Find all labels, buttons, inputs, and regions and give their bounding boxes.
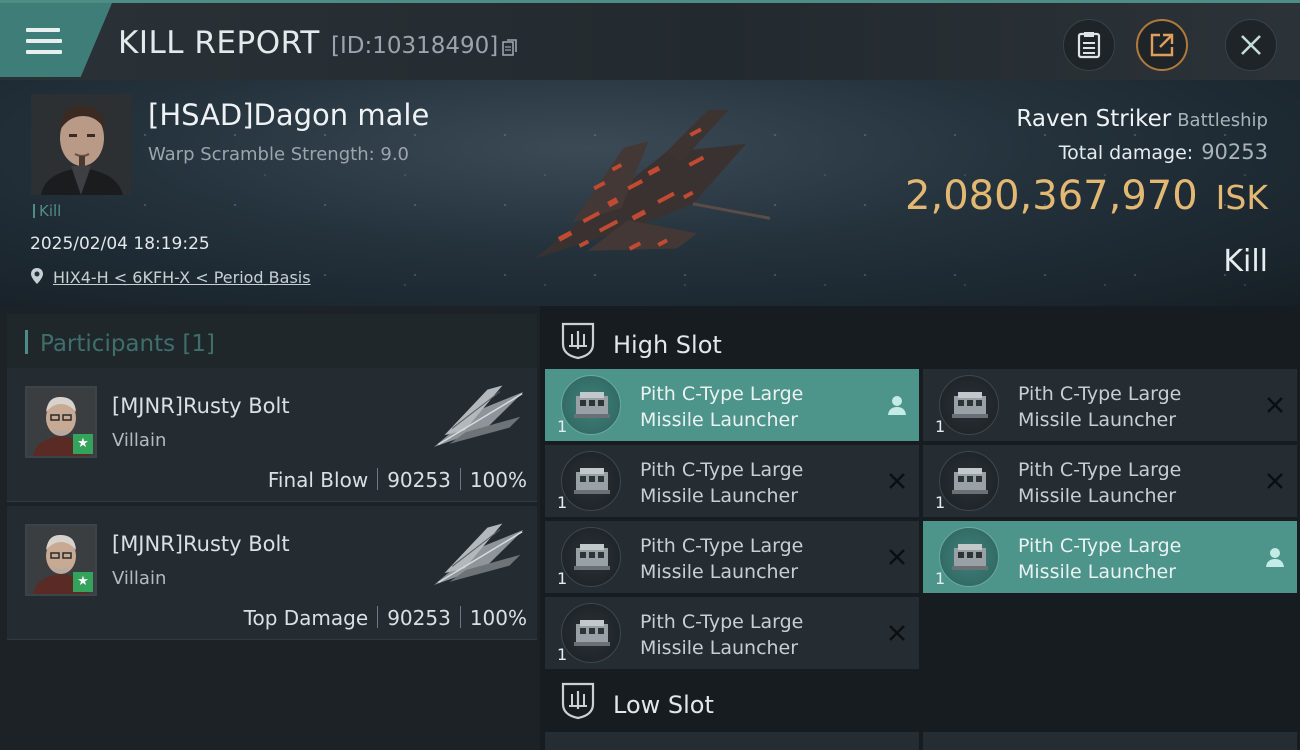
portrait-image [31,94,132,195]
total-damage: Total damage: 90253 [1059,140,1268,164]
dropped-person-icon [1266,548,1284,567]
missile-launcher-icon [561,451,621,511]
location-link[interactable]: HIX4-H < 6KFH-X < Period Basis [53,268,311,287]
participant-name[interactable]: [MJNR]Rusty Bolt [112,394,290,418]
missile-launcher-icon [561,375,621,435]
destroyed-x-icon [1267,473,1283,489]
kill-result: Kill [1223,244,1268,279]
top-bar: KILL REPORT [ID:10318490] [0,0,1300,80]
star-badge-icon: ★ [73,434,93,454]
module-name: Pith C-Type Large Missile Launcher [640,535,804,583]
report-id: [ID:10318490] [331,33,499,59]
close-icon [1241,35,1261,55]
module-name: Pith C-Type Large Missile Launcher [1018,383,1182,431]
participant-stats: Final Blow 90253 100% [268,468,527,492]
missile-launcher-icon [561,527,621,587]
module-name: Pith C-Type Large Missile Launcher [640,611,804,659]
module-quantity: 1 [557,569,568,588]
missile-launcher-icon [939,527,999,587]
module-name: Pith C-Type Large Missile Launcher [1018,535,1182,583]
kill-datetime: 2025/02/04 18:19:25 [30,234,210,254]
high-slot-label: High Slot [613,331,722,359]
star-badge-icon: ★ [73,572,93,592]
participant-ship-icon [433,385,524,447]
isk-value: 2,080,367,970 ISK [905,173,1268,219]
module-slot[interactable] [545,732,919,750]
clipboard-button[interactable] [1063,19,1115,71]
warp-scramble-strength: Warp Scramble Strength: 9.0 [148,144,410,165]
participant-row[interactable]: ★ [MJNR]Rusty Bolt Villain Top Damage 902… [7,506,537,640]
destroyed-x-icon [1267,397,1283,413]
destroyed-x-icon [889,625,905,641]
ship-class: Battleship [1177,110,1268,131]
avatar[interactable]: ★ [25,386,97,458]
missile-launcher-icon [939,451,999,511]
module-slot[interactable]: 1 Pith C-Type Large Missile Launcher [545,369,919,441]
participant-damage: 90253 [387,606,451,630]
avatar[interactable]: ★ [25,524,97,596]
high-slot-header: High Slot [545,310,1300,370]
module-slot[interactable]: 1 Pith C-Type Large Missile Launcher [923,521,1297,593]
module-quantity: 1 [935,417,946,436]
ship-name[interactable]: Raven Striker Battleship [1016,106,1268,132]
hamburger-icon [26,28,62,61]
module-slot[interactable]: 1 Pith C-Type Large Missile Launcher [545,445,919,517]
destroyed-x-icon [889,473,905,489]
page-title: KILL REPORT [118,25,320,61]
module-slot[interactable]: 1 Pith C-Type Large Missile Launcher [545,597,919,669]
module-quantity: 1 [557,645,568,664]
module-name: Pith C-Type Large Missile Launcher [1018,459,1182,507]
module-slot[interactable]: 1 Pith C-Type Large Missile Launcher [923,445,1297,517]
participant-name[interactable]: [MJNR]Rusty Bolt [112,532,290,556]
low-slot-label: Low Slot [613,691,714,719]
menu-button[interactable] [0,3,112,77]
low-slot-icon [561,682,595,720]
fitting-panel: High Slot 1 Pith C-Type Large Missile Lau… [540,306,1300,750]
ship-type: Raven Striker [1016,106,1172,132]
isk-amount: 2,080,367,970 [905,173,1198,219]
share-button[interactable] [1136,19,1188,71]
module-quantity: 1 [935,569,946,588]
copy-icon[interactable] [502,39,518,57]
ship-render [535,110,770,259]
module-slot[interactable]: 1 Pith C-Type Large Missile Launcher [545,521,919,593]
clipboard-icon [1077,32,1101,59]
participant-percent: 100% [469,468,527,492]
module-slot[interactable]: 1 Pith C-Type Large Missile Launcher [923,369,1297,441]
participants-label: Participants [1] [40,331,215,357]
low-slot-header: Low Slot [545,670,1300,730]
module-name: Pith C-Type Large Missile Launcher [640,459,804,507]
kill-summary: [HSAD]Dagon male Warp Scramble Strength:… [0,80,1300,306]
module-quantity: 1 [557,493,568,512]
module-name: Pith C-Type Large Missile Launcher [640,383,804,431]
victim-name[interactable]: [HSAD]Dagon male [148,98,429,132]
participant-percent: 100% [469,606,527,630]
module-quantity: 1 [935,493,946,512]
participant-title: Villain [112,430,167,451]
share-icon [1150,33,1174,57]
dropped-person-icon [888,396,906,415]
isk-unit: ISK [1215,178,1268,217]
participant-ship-icon [433,523,524,585]
participant-damage: 90253 [387,468,451,492]
participant-title: Villain [112,568,167,589]
high-slot-icon [561,322,595,360]
participant-role: Top Damage [243,606,369,630]
total-damage-label: Total damage: [1058,142,1194,164]
victim-portrait[interactable] [31,94,132,195]
participant-row[interactable]: ★ [MJNR]Rusty Bolt Villain Final Blow 902… [7,368,537,502]
missile-launcher-icon [561,603,621,663]
missile-launcher-icon [939,375,999,435]
participant-role: Final Blow [267,468,369,492]
module-quantity: 1 [557,417,568,436]
total-damage-value: 90253 [1201,140,1268,164]
kill-tag: Kill [33,204,61,219]
destroyed-x-icon [889,549,905,565]
location-pin-icon [31,268,43,284]
participant-stats: Top Damage 90253 100% [244,606,527,630]
close-button[interactable] [1225,19,1277,71]
module-slot[interactable] [923,732,1297,750]
participants-panel: Participants [1] ★ [MJNR]Rusty Bolt Vill… [0,306,540,750]
participants-header[interactable]: Participants [1] [7,314,537,372]
